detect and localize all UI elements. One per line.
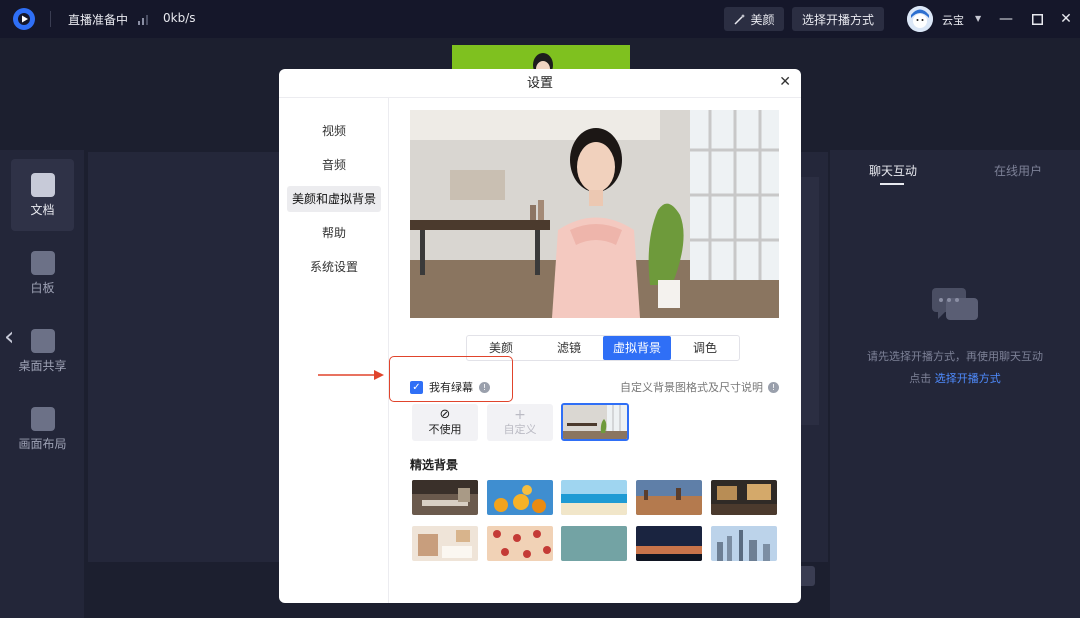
highlight-box-annotation [389, 356, 513, 402]
camera-preview [410, 110, 779, 318]
custom-background-help[interactable]: 自定义背景图格式及尺寸说明 ! [620, 379, 779, 395]
info-icon[interactable]: ! [768, 381, 779, 393]
background-none-label: 不使用 [428, 423, 462, 436]
rail-item-label: 画面布局 [18, 436, 67, 451]
rail-item-label: 白板 [30, 280, 55, 295]
tab-filter[interactable]: 滤镜 [535, 336, 603, 360]
layout-icon [30, 406, 55, 431]
chat-hint-action: 点击 选择开播方式 [830, 370, 1080, 386]
magic-wand-icon [734, 13, 746, 25]
rail-item-screen-share[interactable]: 桌面共享 [11, 315, 74, 387]
tab-chat[interactable]: 聊天互动 [869, 162, 917, 179]
beauty-button[interactable]: 美颜 [724, 7, 784, 31]
chevron-down-icon[interactable]: ▼ [975, 14, 981, 23]
username[interactable]: 云宝 [942, 12, 964, 28]
tab-online-users[interactable]: 在线用户 [994, 162, 1042, 179]
rail-item-layout[interactable]: 画面布局 [11, 393, 74, 465]
background-thumbnail-cafe[interactable] [711, 480, 777, 515]
nav-video[interactable]: 视频 [287, 118, 381, 144]
select-broadcast-mode-link[interactable]: 选择开播方式 [935, 372, 1001, 385]
background-custom-label: 自定义 [503, 422, 537, 436]
chat-hint: 请先选择开播方式，再使用聊天互动 [867, 350, 1043, 363]
app-window: 直播准备中 0kb/s 美颜 选择开播方式 云宝 ▼ — ✕ 文档 白板 桌面共… [0, 0, 1080, 618]
background-thumbnail-pattern[interactable] [487, 526, 553, 561]
minimize-icon[interactable]: — [996, 9, 1016, 29]
settings-nav: 视频 音频 美颜和虚拟背景 帮助 系统设置 [279, 98, 389, 603]
avatar[interactable] [907, 6, 933, 32]
nav-help[interactable]: 帮助 [287, 220, 381, 246]
rail-item-label: 文档 [30, 202, 55, 217]
close-icon[interactable]: ✕ [779, 74, 791, 90]
bitrate-text: 0kb/s [163, 11, 196, 25]
custom-background-help-label[interactable]: 自定义背景图格式及尺寸说明 [620, 379, 763, 395]
featured-backgrounds-title: 精选背景 [410, 458, 459, 472]
app-logo-icon [13, 8, 35, 30]
active-tab-indicator [880, 183, 904, 185]
previous-arrow-icon[interactable]: ‹ [4, 322, 14, 352]
nav-beauty-virtual-background[interactable]: 美颜和虚拟背景 [287, 186, 381, 212]
tab-virtual-background[interactable]: 虚拟背景 [603, 336, 671, 360]
chat-hint-prefix: 点击 [909, 372, 932, 385]
background-thumbnail-flowers[interactable] [487, 480, 553, 515]
beauty-button-label: 美颜 [750, 12, 775, 27]
background-thumbnail-bedroom[interactable] [412, 526, 478, 561]
rail-item-document[interactable]: 文档 [11, 159, 74, 231]
background-thumbnail-night-sky[interactable] [636, 526, 702, 561]
background-thumbnail-room[interactable] [412, 480, 478, 515]
background-none-tile[interactable]: ⊘ 不使用 [412, 404, 478, 441]
nav-system-settings[interactable]: 系统设置 [287, 254, 381, 280]
background-thumbnail-skyline[interactable] [711, 526, 777, 561]
title-bar: 直播准备中 0kb/s 美颜 选择开播方式 云宝 ▼ — ✕ [0, 0, 1080, 38]
select-broadcast-mode-button[interactable]: 选择开播方式 [792, 7, 884, 31]
nav-audio[interactable]: 音频 [287, 152, 381, 178]
chat-bubble-icon [932, 288, 978, 320]
dialog-title: 设置 [279, 69, 801, 98]
rail-item-whiteboard[interactable]: 白板 [11, 237, 74, 309]
no-entry-icon: ⊘ [439, 407, 451, 422]
live-status-text: 直播准备中 [68, 13, 129, 27]
settings-dialog: 设置 ✕ 视频 音频 美颜和虚拟背景 帮助 系统设置 美颜 滤镜 虚拟背景 调色… [279, 69, 801, 603]
left-toolbar: 文档 白板 桌面共享 画面布局 [0, 150, 84, 618]
maximize-icon[interactable] [1027, 9, 1047, 29]
background-thumbnail-beach[interactable] [561, 480, 627, 515]
background-thumbnail-texture[interactable] [561, 526, 627, 561]
close-window-icon[interactable]: ✕ [1056, 9, 1076, 29]
signal-icon [138, 15, 148, 25]
screen-share-icon [30, 328, 55, 353]
plus-icon: + [514, 406, 526, 423]
background-thumbnail-city-sunset[interactable] [636, 480, 702, 515]
background-custom-tile[interactable]: + 自定义 [487, 404, 553, 441]
red-arrow-annotation [318, 370, 384, 380]
document-icon [30, 172, 55, 197]
rail-item-label: 桌面共享 [18, 358, 67, 373]
tab-color-grading[interactable]: 调色 [671, 336, 739, 360]
divider [50, 11, 51, 27]
whiteboard-icon [30, 250, 55, 275]
background-office-tile-selected[interactable] [561, 403, 629, 441]
